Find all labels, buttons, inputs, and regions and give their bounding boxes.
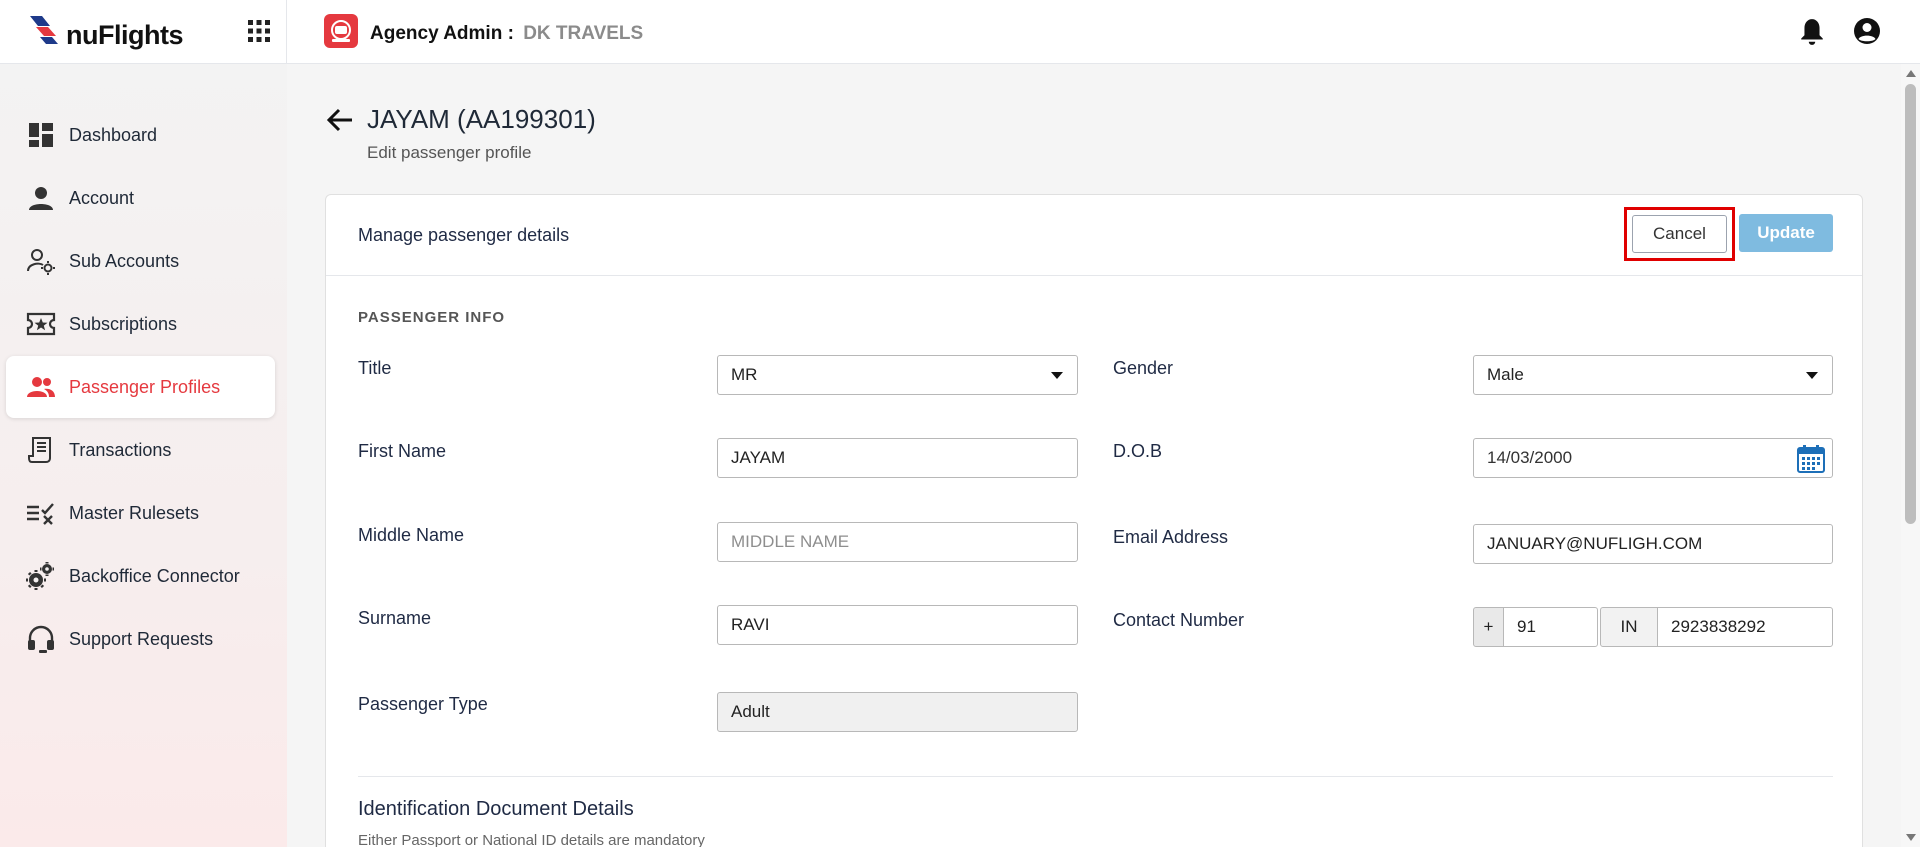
brand-name: nuFlights <box>66 20 183 50</box>
title-label: Title <box>358 358 392 378</box>
agency-name: DK TRAVELS <box>523 23 644 44</box>
headset-icon <box>26 624 56 654</box>
user-gear-icon <box>26 246 56 276</box>
page-title: JAYAM (AA199301) <box>367 104 596 134</box>
sidebar-item-label: Passenger Profiles <box>69 376 221 397</box>
passenger-type-field: Adult <box>717 692 1078 732</box>
rules-check-icon <box>26 498 56 528</box>
middle-name-input[interactable] <box>717 522 1078 562</box>
sidebar-item-account[interactable]: Account <box>6 167 275 229</box>
receipt-icon <box>26 435 56 465</box>
back-arrow-icon[interactable] <box>326 106 354 134</box>
sidebar-item-label: Backoffice Connector <box>69 565 240 586</box>
apps-grid-icon[interactable] <box>248 20 270 42</box>
dob-value: 14/03/2000 <box>1487 448 1573 467</box>
title-select[interactable]: MR <box>717 355 1078 395</box>
gender-label: Gender <box>1113 358 1174 378</box>
notification-bell-icon[interactable] <box>1799 18 1825 46</box>
dial-code-input[interactable] <box>1503 607 1598 647</box>
title-select-value: MR <box>731 365 758 384</box>
scroll-down-arrow-icon[interactable] <box>1906 834 1916 841</box>
first-name-label: First Name <box>358 441 447 461</box>
section-title: PASSENGER INFO <box>358 309 506 326</box>
sidebar-item-sub-accounts[interactable]: Sub Accounts <box>6 230 275 292</box>
sidebar-item-transactions[interactable]: Transactions <box>6 419 275 481</box>
agency-icon <box>324 14 358 48</box>
passenger-type-label: Passenger Type <box>358 694 488 714</box>
contact-number-label: Contact Number <box>1113 610 1245 630</box>
scrollbar-thumb[interactable] <box>1905 84 1916 524</box>
sidebar-item-passenger-profiles[interactable]: Passenger Profiles <box>6 356 275 418</box>
page-subtitle: Edit passenger profile <box>367 143 532 162</box>
dial-plus-prefix: + <box>1473 607 1504 647</box>
dob-label: D.O.B <box>1113 441 1163 461</box>
cancel-button[interactable]: Cancel <box>1632 215 1727 253</box>
sidebar-item-subscriptions[interactable]: Subscriptions <box>6 293 275 355</box>
contact-number-input[interactable] <box>1657 607 1833 647</box>
sidebar-item-dashboard[interactable]: Dashboard <box>6 104 275 166</box>
people-icon <box>26 372 56 402</box>
surname-label: Surname <box>358 608 432 628</box>
sidebar-item-backoffice-connector[interactable]: Backoffice Connector <box>6 545 275 607</box>
vertical-scrollbar[interactable] <box>1901 64 1920 847</box>
ticket-star-icon <box>26 309 56 339</box>
surname-input[interactable] <box>717 605 1078 645</box>
sidebar-item-label: Account <box>69 187 135 208</box>
gender-select-value: Male <box>1487 365 1524 384</box>
gender-select[interactable]: Male <box>1473 355 1833 395</box>
sidebar-item-label: Support Requests <box>69 628 214 649</box>
section-divider <box>358 776 1833 777</box>
sidebar-item-label: Subscriptions <box>69 313 178 334</box>
dashboard-icon <box>26 120 56 150</box>
sidebar-item-support-requests[interactable]: Support Requests <box>6 608 275 670</box>
email-input[interactable] <box>1473 524 1833 564</box>
chevron-down-icon <box>1051 372 1063 379</box>
brand-area: nuFlights <box>0 0 287 64</box>
id-section-title: Identification Document Details <box>358 798 634 820</box>
card-header-title: Manage passenger details <box>358 225 570 245</box>
update-button[interactable]: Update <box>1739 214 1833 252</box>
email-label: Email Address <box>1113 527 1229 547</box>
calendar-icon[interactable] <box>1797 444 1825 473</box>
person-icon <box>26 183 56 213</box>
card-header: Manage passenger details Cancel Update <box>326 195 1862 276</box>
scroll-up-arrow-icon[interactable] <box>1906 70 1916 77</box>
passenger-details-card: Manage passenger details Cancel Update P… <box>325 194 1863 847</box>
country-code-prefix: IN <box>1600 607 1658 647</box>
sidebar-item-label: Sub Accounts <box>69 250 180 271</box>
middle-name-label: Middle Name <box>358 525 465 545</box>
sidebar: Dashboard Account Sub Accounts Subscript… <box>0 64 287 847</box>
top-bar: nuFlights Agency Admin : DK TRAVELS <box>0 0 1920 64</box>
sidebar-item-label: Dashboard <box>69 124 158 145</box>
chevron-down-icon <box>1806 372 1818 379</box>
nuflights-logo-icon <box>30 16 58 44</box>
user-account-icon[interactable] <box>1853 17 1881 45</box>
agency-label: Agency Admin : <box>370 23 514 44</box>
agency-title: Agency Admin : DK TRAVELS <box>370 23 643 45</box>
id-section-note: Either Passport or National ID details a… <box>358 832 705 847</box>
dob-input[interactable]: 14/03/2000 <box>1473 438 1833 478</box>
sidebar-item-label: Master Rulesets <box>69 502 200 523</box>
first-name-input[interactable] <box>717 438 1078 478</box>
sidebar-item-label: Transactions <box>69 439 172 460</box>
gears-icon <box>26 561 56 591</box>
sidebar-item-master-rulesets[interactable]: Master Rulesets <box>6 482 275 544</box>
